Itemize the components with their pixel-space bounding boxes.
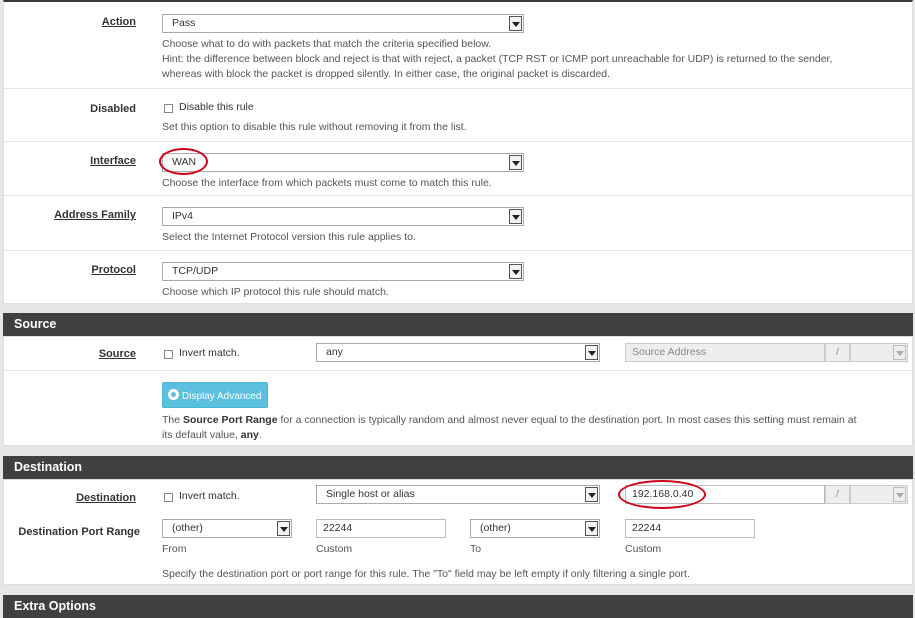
protocol-select[interactable]: TCP/UDP (162, 262, 524, 281)
destination-invert-checkbox[interactable] (164, 493, 173, 502)
destination-port-range-label: Destination Port Range (18, 526, 140, 538)
destination-address-input[interactable]: 192.168.0.40 (625, 485, 825, 504)
destination-port-row: Destination Port Range (other) 22244 (ot… (4, 510, 912, 586)
source-panel: Source Invert match. any Source Address … (3, 336, 913, 446)
from-caption: From (162, 543, 187, 555)
disabled-help: Set this option to disable this rule wit… (162, 121, 467, 133)
custom-caption-from: Custom (316, 543, 353, 555)
destination-row: Destination Invert match. Single host or… (4, 480, 912, 510)
disable-rule-checkbox-label: Disable this rule (179, 101, 254, 113)
chevron-down-icon (509, 264, 522, 279)
destination-panel: Destination Invert match. Single host or… (3, 479, 913, 585)
display-advanced-label: Display Advanced (182, 391, 262, 402)
source-port-help-2: its default value, any. (162, 429, 262, 441)
destination-label: Destination (76, 492, 136, 504)
rule-basics-panel: Action Pass Choose what to do with packe… (3, 0, 913, 304)
extra-options-section-heading: Extra Options (3, 595, 913, 618)
chevron-down-icon (893, 345, 906, 360)
address-family-help: Select the Internet Protocol version thi… (162, 231, 416, 243)
chevron-down-icon (509, 155, 522, 170)
source-section-heading: Source (3, 313, 913, 336)
protocol-select-value: TCP/UDP (172, 265, 219, 277)
display-advanced-button[interactable]: Display Advanced (162, 382, 268, 408)
port-to-custom-input[interactable]: 22244 (625, 519, 755, 538)
disabled-row: Disabled Disable this rule Set this opti… (4, 88, 912, 141)
chevron-down-icon (509, 16, 522, 31)
protocol-help: Choose which IP protocol this rule shoul… (162, 286, 389, 298)
destination-mask-select[interactable] (850, 485, 908, 504)
interface-help: Choose the interface from which packets … (162, 177, 492, 189)
destination-section-heading: Destination (3, 456, 913, 479)
destination-invert-label: Invert match. (179, 490, 240, 502)
disable-rule-checkbox[interactable] (164, 104, 173, 113)
interface-row: Interface WAN Choose the interface from … (4, 141, 912, 195)
destination-type-value: Single host or alias (326, 488, 415, 500)
protocol-label: Protocol (91, 264, 136, 276)
port-from-select[interactable]: (other) (162, 519, 292, 538)
port-from-custom-input[interactable]: 22244 (316, 519, 446, 538)
port-to-select-value: (other) (480, 522, 511, 534)
source-mask-select[interactable] (850, 343, 908, 362)
source-label: Source (98, 348, 136, 360)
interface-label: Interface (90, 155, 136, 167)
action-help-3: whereas with block the packet is dropped… (162, 68, 611, 80)
chevron-down-icon (585, 521, 598, 536)
chevron-down-icon (277, 521, 290, 536)
action-help-2: Hint: the difference between block and r… (162, 53, 833, 65)
source-address-input[interactable]: Source Address (625, 343, 825, 362)
action-help-1: Choose what to do with packets that matc… (162, 38, 492, 50)
destination-port-help: Specify the destination port or port ran… (162, 568, 690, 580)
address-family-select-value: IPv4 (172, 210, 194, 222)
gear-icon (168, 389, 179, 400)
address-family-row: Address Family IPv4 Select the Internet … (4, 195, 912, 250)
action-select-value: Pass (172, 17, 196, 29)
source-type-value: any (326, 346, 343, 358)
destination-slash: / (825, 485, 850, 504)
chevron-down-icon (585, 487, 598, 502)
address-family-select[interactable]: IPv4 (162, 207, 524, 226)
destination-type-select[interactable]: Single host or alias (316, 485, 600, 504)
action-row: Action Pass Choose what to do with packe… (4, 2, 912, 88)
source-invert-checkbox[interactable] (164, 350, 173, 359)
protocol-row: Protocol TCP/UDP Choose which IP protoco… (4, 250, 912, 304)
port-from-select-value: (other) (172, 522, 203, 534)
source-row: Source Invert match. any Source Address … (4, 337, 912, 370)
address-family-label: Address Family (54, 209, 136, 221)
source-slash: / (825, 343, 850, 362)
source-port-help-1: The Source Port Range for a connection i… (162, 414, 857, 426)
port-to-select[interactable]: (other) (470, 519, 600, 538)
to-caption: To (470, 543, 482, 555)
source-advanced-row: Display Advanced The Source Port Range f… (4, 370, 912, 447)
source-invert-label: Invert match. (179, 347, 240, 359)
interface-select[interactable]: WAN (162, 153, 524, 172)
disabled-label: Disabled (90, 103, 136, 115)
interface-select-value: WAN (172, 156, 197, 168)
action-label: Action (101, 16, 136, 28)
chevron-down-icon (509, 209, 522, 224)
action-select[interactable]: Pass (162, 14, 524, 33)
chevron-down-icon (893, 487, 906, 502)
source-type-select[interactable]: any (316, 343, 600, 362)
custom-caption-to: Custom (625, 543, 662, 555)
chevron-down-icon (585, 345, 598, 360)
